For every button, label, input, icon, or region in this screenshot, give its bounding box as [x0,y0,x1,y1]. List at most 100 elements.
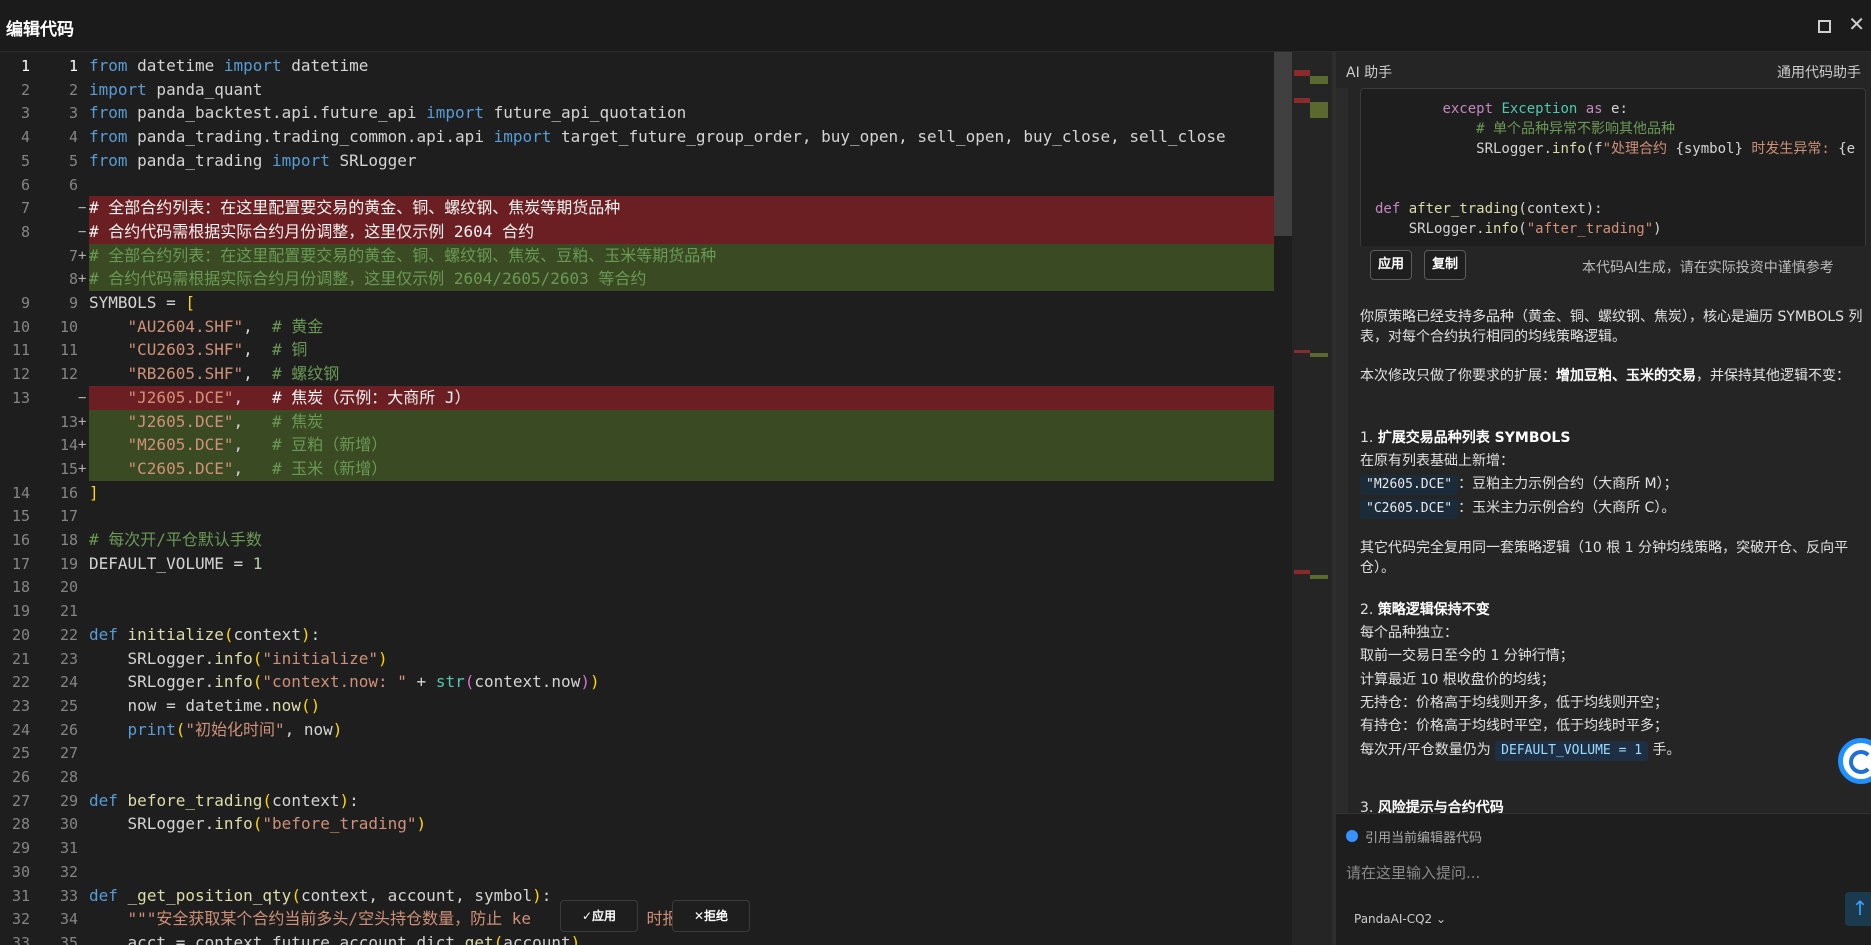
added-marker-icon: + [78,437,87,453]
diff-line-added[interactable]: 14 + "M2605.DCE", # 豆粕（新增） [0,433,1292,457]
code-text: # 合约代码需根据实际合约月份调整，这里仅示例 2604/2605/2603 等… [89,269,647,288]
code-line[interactable]: 29 31 [0,836,1292,860]
removed-marker-icon: − [78,390,87,406]
code-line[interactable]: 26 28 [0,765,1292,789]
code-text: now = datetime.now() [89,696,321,715]
original-line-number: 19 [11,602,30,620]
line-highlight [89,528,1292,552]
code-line[interactable]: 11 11 "CU2603.SHF", # 铜 [0,338,1292,362]
diff-line-removed[interactable]: 13 − "J2605.DCE", # 焦炭（示例：大商所 J） [0,386,1292,410]
diff-line-added[interactable]: 13 + "J2605.DCE", # 焦炭 [0,410,1292,434]
original-line-number: 18 [11,578,30,596]
code-line[interactable]: 23 25 now = datetime.now() [0,694,1292,718]
chat-scroll-gutter [1336,88,1348,813]
diff-editor[interactable]: 1 1 from datetime import datetime 2 2 import … [0,52,1292,945]
original-line-number: 25 [11,744,30,762]
model-select[interactable]: PandaAI-CQ2 ⌄ [1354,912,1446,926]
diff-reject-button[interactable]: ✕拒绝 [672,900,750,932]
code-line[interactable]: 27 29 def before_trading(context): [0,789,1292,813]
editor-scrollbar[interactable] [1274,52,1292,945]
code-line[interactable]: 20 22 def initialize(context): [0,623,1292,647]
code-text: def _get_position_qty(context, account, … [89,886,552,905]
diff-line-added[interactable]: 8 + # 合约代码需根据实际合约月份调整，这里仅示例 2604/2605/2603… [0,267,1292,291]
code-line[interactable]: 30 32 [0,860,1292,884]
code-line[interactable]: 22 24 SRLogger.info("context.now: " + str… [0,670,1292,694]
code-line[interactable]: 17 19 DEFAULT_VOLUME = 1 [0,552,1292,576]
reference-editor-label: 引用当前编辑器代码 [1365,831,1483,846]
diff-line-removed[interactable]: 8 − # 合约代码需根据实际合约月份调整，这里仅示例 2604 合约 [0,220,1292,244]
code-line[interactable]: 4 4 from panda_trading.trading_common.api.… [0,125,1292,149]
code-line[interactable]: 24 26 print("初始化时间", now) [0,718,1292,742]
ai-disclaimer: 本代码AI生成，请在实际投资中谨慎参考 [1582,260,1834,276]
scrollbar-thumb[interactable] [1274,52,1292,236]
code-line[interactable]: 25 27 [0,741,1292,765]
heading-text: 扩展交易品种列表 SYMBOLS [1377,430,1571,446]
code-line[interactable]: 2 2 import panda_quant [0,78,1292,102]
modified-line-number: 8 [68,270,78,288]
code-line[interactable]: 9 9 SYMBOLS = [ [0,291,1292,315]
close-icon[interactable]: ✕ [1848,14,1865,34]
diff-overview-ruler[interactable] [1292,52,1332,945]
original-line-number: 27 [11,792,30,810]
code-line[interactable]: 15 17 [0,504,1292,528]
assistant-mode-label[interactable]: 通用代码助手 [1777,62,1861,82]
modified-line-number: 18 [59,531,78,549]
code-text: # 合约代码需根据实际合约月份调整，这里仅示例 2604 合约 [89,222,535,241]
text: 手。 [1652,742,1681,758]
code-line[interactable]: 16 18 # 每次开/平仓默认手数 [0,528,1292,552]
text: 每次开/平仓数量仍为 [1360,742,1491,758]
code-text: "AU2604.SHF", # 黄金 [127,317,324,336]
diff-line-added[interactable]: 15 + "C2605.DCE", # 玉米（新增） [0,457,1292,481]
modified-line-number: 3 [68,104,78,122]
original-line-number: 31 [11,887,30,905]
code-block-line: SRLogger.info("after_trading") [1375,221,1662,237]
code-text: from datetime import datetime [89,56,369,75]
original-line-number: 33 [11,934,30,945]
overview-removed-marker [1294,570,1310,574]
code-line[interactable]: 5 5 from panda_trading import SRLogger [0,149,1292,173]
code-line[interactable]: 31 33 def _get_position_qty(context, accou… [0,884,1292,908]
overview-added-marker [1310,575,1328,579]
prompt-input[interactable] [1346,860,1861,886]
code-line[interactable]: 66 [0,173,1292,197]
list-item: 每次开/平仓数量仍为 DEFAULT_VOLUME = 1 手。 [1360,740,1865,761]
code-line[interactable]: 12 12 "RB2605.SHF", # 螺纹钢 [0,362,1292,386]
code-line[interactable]: 33 35 acct = context.future_account_dict.… [0,931,1292,945]
code-line[interactable]: 14 16] [0,481,1292,505]
code-line[interactable]: 28 30 SRLogger.info("before_trading") [0,812,1292,836]
send-button[interactable]: ↑ [1845,892,1871,926]
text: 本次修改只做了你要求的扩展： [1360,368,1556,384]
overview-removed-marker [1294,98,1310,103]
code-line[interactable]: 10 10 "AU2604.SHF", # 黄金 [0,315,1292,339]
modified-line-number: 9 [68,294,78,312]
code-text: "J2605.DCE", # 焦炭（示例：大商所 J） [127,388,471,407]
code-line[interactable]: 32 34 """安全获取某个合约当前多头/空头持仓数量，防止 ke 时报错 [0,907,1292,931]
diff-apply-button[interactable]: ✓应用 [560,900,638,932]
code-line[interactable]: 18 20 [0,575,1292,599]
modified-line-number: 20 [59,578,78,596]
code-line[interactable]: 1 1 from datetime import datetime [0,54,1292,78]
added-marker-icon: + [78,414,87,430]
original-line-number: 23 [11,697,30,715]
maximize-icon[interactable] [1818,20,1831,33]
original-line-number: 30 [11,863,30,881]
code-line[interactable]: 21 23 SRLogger.info("initialize") [0,647,1292,671]
code-line[interactable]: 3 3 from panda_backtest.api.future_api imp… [0,101,1292,125]
reference-editor-checkbox[interactable] [1346,830,1358,842]
code-text: import panda_quant [89,80,263,99]
modified-line-number: 23 [59,650,78,668]
modified-line-number: 16 [59,484,78,502]
copy-code-button[interactable]: 复制 [1424,250,1466,280]
code-block-line: SRLogger.info(f"处理合约 {symbol} 时发生异常: {e [1375,141,1856,157]
apply-code-button[interactable]: 应用 [1370,250,1412,280]
original-line-number: 5 [20,152,30,170]
code-text: "CU2603.SHF", # 铜 [127,340,308,359]
removed-marker-icon: − [78,224,87,240]
list-item: 每个品种独立： [1360,625,1458,641]
original-line-number: 2 [20,81,30,99]
code-line[interactable]: 19 21 [0,599,1292,623]
line-highlight [89,599,1292,623]
diff-line-removed[interactable]: 7 − # 全部合约列表：在这里配置要交易的黄金、铜、螺纹钢、焦炭等期货品种 [0,196,1292,220]
diff-line-added[interactable]: 7 + # 全部合约列表：在这里配置要交易的黄金、铜、螺纹钢、焦炭、豆粕、玉米等期货… [0,244,1292,268]
modified-line-number: 7 [68,247,78,265]
